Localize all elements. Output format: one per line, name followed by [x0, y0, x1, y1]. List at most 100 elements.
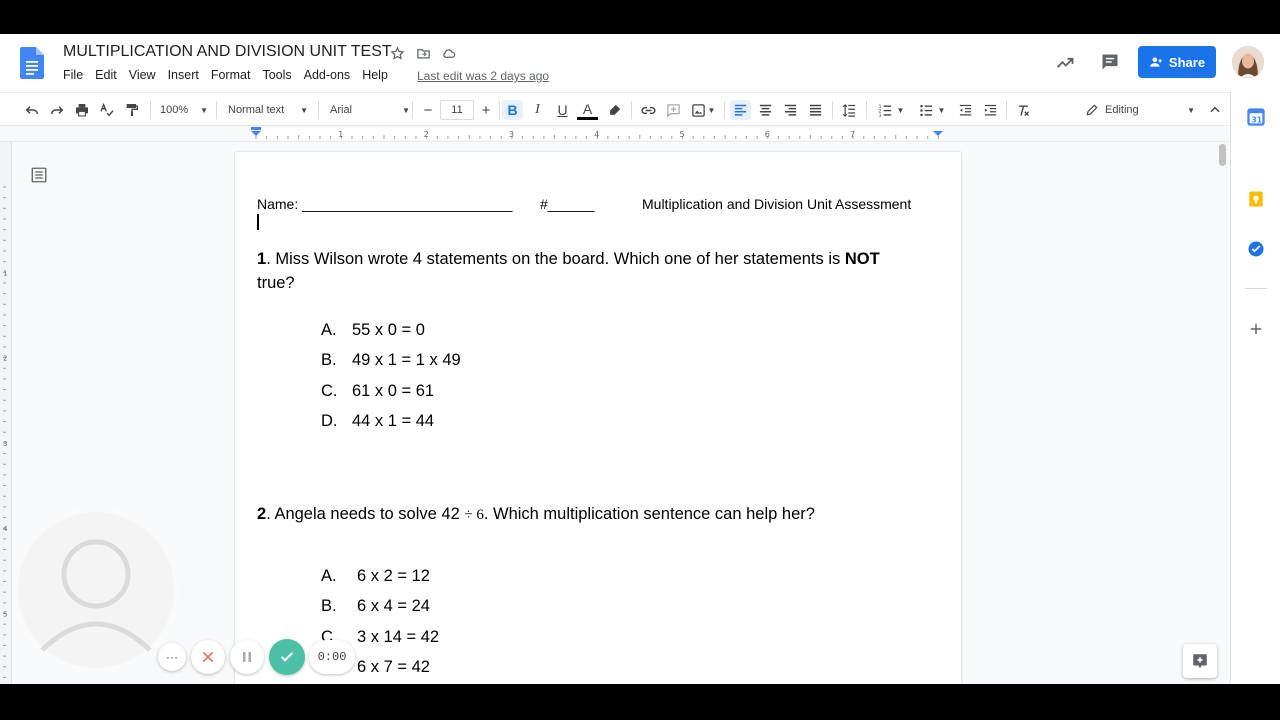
chevron-up-icon[interactable] — [1205, 100, 1225, 120]
share-label: Share — [1168, 54, 1206, 70]
increase-indent-icon[interactable] — [980, 100, 1001, 120]
menu-edit[interactable]: Edit — [95, 68, 117, 82]
zoom-select[interactable]: 100% ▼ — [160, 100, 208, 120]
editing-mode-select[interactable]: Editing ▼ — [1085, 100, 1195, 120]
q1-option-letter: A. — [321, 321, 337, 339]
vertical-ruler[interactable]: 1 2 3 4 5 — [0, 142, 12, 684]
menu-addons[interactable]: Add-ons — [304, 68, 351, 82]
right-indent-marker[interactable] — [933, 131, 943, 136]
recorder-cancel-button[interactable] — [191, 640, 225, 674]
recorder-more-button[interactable]: ··· — [158, 643, 186, 671]
clear-formatting-icon[interactable] — [1013, 100, 1034, 120]
document-outline-icon[interactable] — [30, 166, 48, 184]
close-icon — [202, 651, 214, 663]
underline-button[interactable]: U — [552, 100, 573, 120]
toolbar-divider — [412, 101, 413, 119]
menu-format[interactable]: Format — [211, 68, 251, 82]
line-spacing-icon[interactable] — [839, 100, 860, 120]
question-2-stem: . Angela needs to solve 42 — [266, 505, 465, 523]
move-folder-icon[interactable] — [414, 44, 432, 62]
paint-format-icon[interactable] — [122, 100, 142, 120]
account-avatar[interactable] — [1232, 46, 1264, 78]
print-icon[interactable] — [72, 100, 92, 120]
q1-option-d: D. 44 x 1 = 44 — [321, 412, 434, 431]
spellcheck-icon[interactable] — [97, 100, 117, 120]
side-panel: 31 — [1230, 92, 1280, 684]
svg-text:3: 3 — [878, 112, 881, 117]
font-size-input[interactable]: 11 — [440, 100, 474, 120]
menu-insert[interactable]: Insert — [168, 68, 199, 82]
insert-link-icon[interactable] — [638, 100, 659, 120]
webcam-bubble[interactable] — [12, 506, 180, 674]
recorder-pause-button[interactable] — [230, 640, 264, 674]
font-size-value: 11 — [440, 100, 474, 120]
tasks-icon[interactable] — [1247, 240, 1265, 258]
horizontal-ruler[interactable]: 1 2 3 4 5 6 7 — [0, 126, 1230, 142]
q2-option-text: 6 x 4 = 24 — [357, 597, 430, 615]
q1-option-text: 61 x 0 = 61 — [352, 382, 435, 400]
add-comment-icon[interactable] — [663, 100, 684, 120]
star-icon[interactable] — [388, 44, 406, 62]
toolbar-divider — [631, 101, 632, 119]
document-page[interactable]: Name: ___________________________ #_____… — [235, 152, 961, 684]
question-1-stem: . Miss Wilson wrote 4 statements on the … — [266, 250, 845, 268]
font-select[interactable]: Arial ▼ — [330, 100, 410, 120]
comment-history-icon[interactable] — [1100, 52, 1120, 72]
add-addon-icon[interactable] — [1249, 322, 1263, 336]
menu-file[interactable]: File — [63, 68, 83, 82]
q1-option-c: C. 61 x 0 = 61 — [321, 382, 434, 401]
style-select[interactable]: Normal text ▼ — [228, 100, 308, 120]
document-title[interactable]: MULTIPLICATION AND DIVISION UNIT TEST — [63, 43, 392, 61]
recorder-finish-button[interactable] — [269, 639, 305, 675]
chevron-down-icon: ▼ — [200, 105, 208, 115]
align-left-icon[interactable] — [730, 100, 751, 120]
docs-logo-icon[interactable] — [20, 47, 44, 79]
align-justify-icon[interactable] — [805, 100, 826, 120]
toolbar-divider — [150, 101, 151, 119]
title-actions — [388, 44, 458, 62]
highlight-color-icon[interactable] — [604, 100, 625, 120]
redo-icon[interactable] — [47, 100, 67, 120]
calendar-icon[interactable]: 31 — [1247, 108, 1265, 126]
keep-icon[interactable] — [1247, 190, 1265, 208]
decrease-indent-icon[interactable] — [955, 100, 976, 120]
explore-button[interactable] — [1183, 644, 1217, 678]
toolbar-divider — [318, 101, 319, 119]
decrease-font-size-button[interactable]: − — [418, 100, 438, 120]
zoom-value: 100% — [160, 104, 189, 116]
activity-dashboard-icon[interactable] — [1055, 53, 1075, 73]
docs-header: MULTIPLICATION AND DIVISION UNIT TEST Fi… — [0, 34, 1280, 92]
explore-icon — [1193, 654, 1207, 669]
cloud-status-icon[interactable] — [440, 44, 458, 62]
check-icon — [280, 652, 294, 662]
vertical-scrollbar[interactable] — [1219, 144, 1226, 166]
bold-button[interactable]: B — [502, 100, 523, 120]
question-2-text: 2. Angela needs to solve 42 ÷ 6. Which m… — [257, 505, 815, 524]
menu-view[interactable]: View — [129, 68, 156, 82]
align-right-icon[interactable] — [780, 100, 801, 120]
last-edit-link[interactable]: Last edit was 2 days ago — [417, 69, 549, 83]
numbered-list-icon[interactable]: 1 2 3 ▼ — [873, 100, 909, 120]
italic-button[interactable]: I — [527, 100, 548, 120]
left-indent-marker[interactable] — [251, 127, 261, 136]
undo-icon[interactable] — [22, 100, 42, 120]
insert-image-icon[interactable]: ▼ — [688, 100, 718, 120]
assessment-heading: Multiplication and Division Unit Assessm… — [642, 196, 912, 212]
increase-font-size-button[interactable]: + — [476, 100, 496, 120]
editing-mode-value: Editing — [1105, 104, 1139, 116]
q2-option-text: 3 x 14 = 42 — [357, 628, 440, 646]
menu-tools[interactable]: Tools — [262, 68, 291, 82]
text-cursor — [257, 214, 259, 230]
share-button[interactable]: Share — [1138, 46, 1216, 78]
chevron-down-icon: ▼ — [300, 105, 308, 115]
pencil-icon — [1086, 104, 1098, 116]
person-add-icon — [1150, 57, 1162, 67]
text-color-button[interactable]: A — [577, 100, 598, 120]
menu-help[interactable]: Help — [362, 68, 388, 82]
ruler-number: 1 — [338, 130, 343, 139]
bulleted-list-icon[interactable]: ▼ — [914, 100, 950, 120]
align-center-icon[interactable] — [755, 100, 776, 120]
chevron-down-icon: ▼ — [896, 105, 905, 115]
toolbar-divider — [499, 101, 500, 119]
vertical-ruler-number: 5 — [3, 611, 7, 619]
